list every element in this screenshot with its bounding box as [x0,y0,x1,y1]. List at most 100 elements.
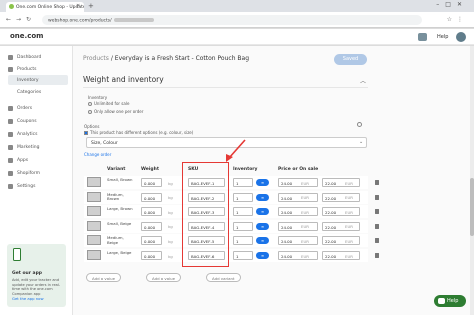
promo-link[interactable]: Get the app now [12,296,44,301]
inventory-input[interactable]: 1 [233,221,253,231]
sale-price-input[interactable]: 22.00 [322,236,360,246]
section-title: Weight and inventory [83,75,164,84]
help-link[interactable]: Help [437,34,448,40]
sale-price-input[interactable]: 22.00 [322,207,360,217]
inventory-toggle[interactable]: ∞ [256,252,269,259]
sale-price-input[interactable]: 22.00 [322,178,360,187]
price-input[interactable]: 24.00 [278,178,318,187]
sidebar-item-shopiform[interactable]: Shopiform [8,169,40,178]
chevron-up-icon[interactable]: ︿ [360,76,366,85]
add-variant-button[interactable]: Add variant [206,273,241,282]
variant-name: Large, Brown [107,206,133,212]
inventory-toggle[interactable]: ∞ [256,208,269,216]
radio-one-per-order[interactable]: Only allow one per order [88,109,143,114]
scrollbar-thumb[interactable] [470,178,474,236]
sidebar-item-categories[interactable]: Categories [17,88,41,97]
sidebar-item-analytics[interactable]: Analytics [8,130,37,139]
window-controls[interactable]: –□✕ [436,1,468,8]
sidebar-item-inventory[interactable]: Inventory [17,76,39,85]
sale-currency: EUR [345,224,354,230]
change-order-link[interactable]: Change order [84,152,111,157]
shopiform-icon [8,171,13,176]
inventory-input[interactable]: 1 [233,178,253,187]
inventory-input[interactable]: 1 [233,192,253,202]
price-input[interactable]: 24.00 [278,192,318,202]
info-icon[interactable] [357,122,362,127]
weight-input[interactable]: 0.000 [141,236,162,246]
url-blurred-path [113,17,154,22]
products-icon [8,67,13,72]
price-input[interactable]: 24.00 [278,251,318,260]
inventory-toggle[interactable]: ∞ [256,179,269,186]
sale-price-input[interactable]: 22.00 [322,221,360,231]
price-currency: EUR [301,195,310,201]
variant-thumbnail [87,235,101,246]
variant-thumbnail [87,177,101,187]
delete-icon[interactable] [375,238,379,244]
sidebar-item-marketing[interactable]: Marketing [8,143,39,152]
delete-icon[interactable] [375,209,379,215]
orders-icon [8,106,13,111]
marketing-icon [8,145,13,150]
variant-thumbnail [87,250,101,260]
avatar[interactable] [456,32,466,42]
coupons-icon [8,119,13,124]
inventory-toggle[interactable]: ∞ [256,193,269,201]
price-input[interactable]: 24.00 [278,221,318,231]
sale-currency: EUR [345,195,354,201]
saved-button[interactable]: Saved [334,54,367,65]
delete-icon[interactable] [375,180,379,185]
breadcrumb-parent-link[interactable]: Products [83,55,109,62]
close-tab-icon[interactable]: ✕ [76,3,80,9]
divider [83,87,368,88]
sidebar-item-dashboard[interactable]: Dashboard [8,53,41,62]
dashboard-icon [8,55,13,60]
weight-unit: kg [168,180,173,186]
weight-input[interactable]: 0.000 [141,221,162,231]
weight-input[interactable]: 0.000 [141,192,162,202]
sale-price-input[interactable]: 22.00 [322,192,360,202]
weight-input[interactable]: 0.000 [141,207,162,217]
new-tab-icon[interactable]: + [88,2,94,10]
weight-input[interactable]: 0.000 [141,251,162,260]
inventory-input[interactable]: 1 [233,251,253,260]
inventory-input[interactable]: 1 [233,207,253,217]
inventory-toggle[interactable]: ∞ [256,222,269,230]
inventory-input[interactable]: 1 [233,236,253,246]
chevron-down-icon[interactable]: ⌄ [359,139,363,145]
sale-currency: EUR [345,238,354,244]
weight-input[interactable]: 0.000 [141,178,162,187]
analytics-icon [8,132,13,137]
price-input[interactable]: 24.00 [278,207,318,217]
options-select[interactable]: Size, Colour [86,137,367,148]
inventory-toggle[interactable]: ∞ [256,237,269,245]
back-forward-reload-icon[interactable]: ←→↻ [6,16,36,23]
sale-price-input[interactable]: 22.00 [322,251,360,260]
variant-thumbnail [87,206,101,217]
weight-unit: kg [168,195,173,201]
add-value-button-2[interactable]: Add a value [146,273,182,282]
browser-menu-icon[interactable]: ☆⋮ [447,16,468,23]
url-field[interactable]: webshop.one.com/products/ [42,15,422,25]
sidebar-item-coupons[interactable]: Coupons [8,117,37,126]
radio-icon [88,110,92,114]
options-checkbox[interactable]: This product has different options (e.g.… [84,130,193,135]
delete-icon[interactable] [375,223,379,229]
sidebar-item-orders[interactable]: Orders [8,104,32,113]
sidebar-item-products[interactable]: Products [8,65,36,74]
sidebar-item-apps[interactable]: Apps [8,156,28,165]
delete-icon[interactable] [375,253,379,258]
chat-bubble-icon [438,298,445,304]
price-input[interactable]: 24.00 [278,236,318,246]
variant-name: Medium, Brown [107,191,124,202]
radio-unlimited[interactable]: Unlimited for sale [88,101,129,106]
breadcrumb: Products / Everyday is a Fresh Start - C… [83,55,249,62]
variant-name: Small, Beige [107,220,132,226]
favicon-icon [9,4,14,9]
chat-icon[interactable] [418,33,427,41]
browser-tab[interactable]: One.com Online Shop - Update [6,2,84,12]
sidebar-item-settings[interactable]: Settings [8,182,35,191]
add-value-button[interactable]: Add a value [86,273,122,282]
delete-icon[interactable] [375,194,379,200]
weight-unit: kg [168,253,173,259]
